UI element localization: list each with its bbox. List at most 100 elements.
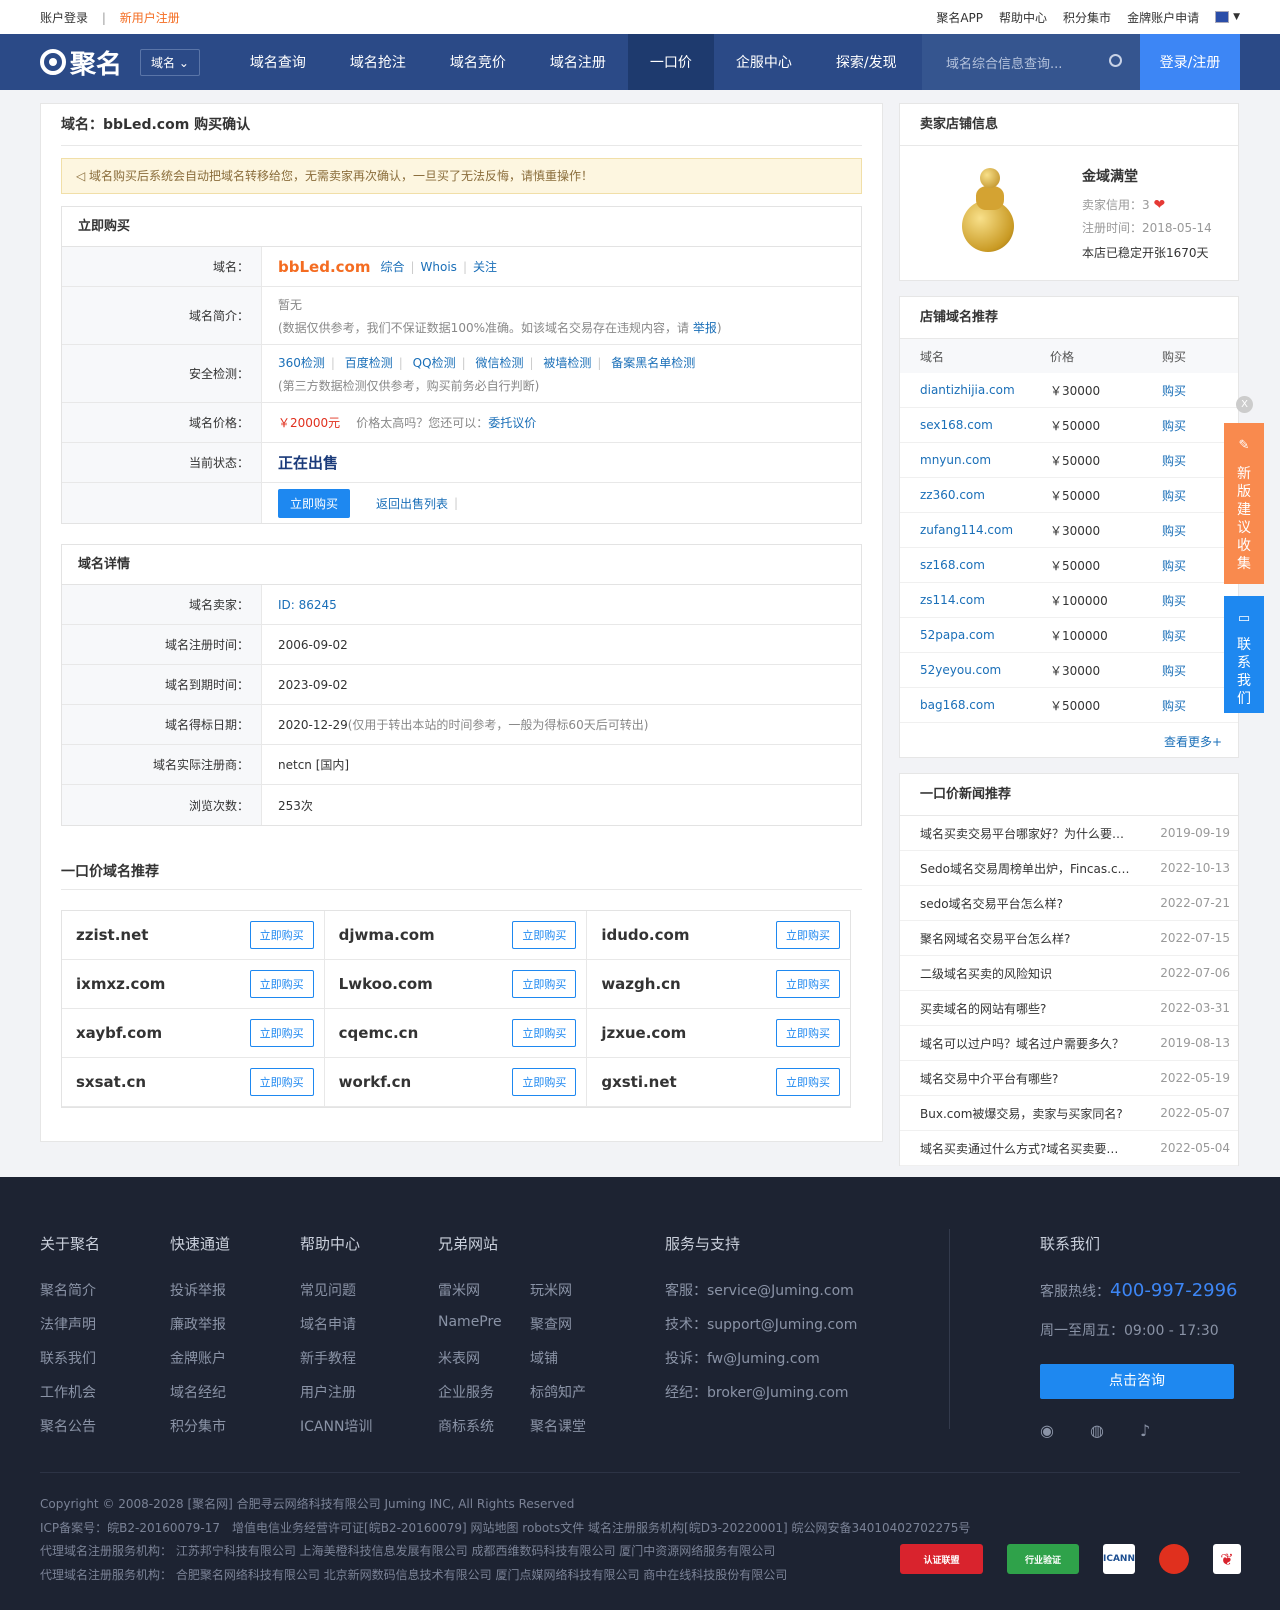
news-title[interactable]: Bux.com被爆交易，卖家与买家同名? bbox=[920, 1105, 1130, 1122]
news-title[interactable]: 域名买卖通过什么方式?域名买卖要注意什么 bbox=[920, 1140, 1130, 1157]
recommend-domain[interactable]: Lwkoo.com bbox=[339, 975, 433, 993]
sister-site-link[interactable]: 雷米网 bbox=[438, 1280, 530, 1299]
back-to-list-link[interactable]: 返回出售列表 bbox=[376, 495, 448, 512]
check-baidu-link[interactable]: 百度检测 bbox=[345, 356, 393, 370]
recommend-buy-button[interactable]: 立即购买 bbox=[512, 1068, 577, 1096]
recommend-buy-button[interactable]: 立即购买 bbox=[775, 921, 840, 949]
wechat-icon[interactable]: ◍ bbox=[1090, 1421, 1110, 1440]
recommend-domain[interactable]: ixmxz.com bbox=[76, 975, 165, 993]
douyin-icon[interactable]: ♪ bbox=[1140, 1421, 1160, 1440]
footer-link[interactable]: ICANN培训 bbox=[300, 1416, 372, 1435]
news-item[interactable]: 域名可以过户吗？域名过户需要多久？ 2019-08-13 bbox=[900, 1026, 1238, 1061]
sister-site-link[interactable]: 玩米网 bbox=[530, 1280, 622, 1299]
sister-site-link[interactable]: 标鸽知产 bbox=[530, 1382, 622, 1401]
footer-link[interactable]: 联系我们 bbox=[40, 1348, 100, 1367]
news-title[interactable]: Sedo域名交易周榜单出炉，Fincas.com位居榜首 bbox=[920, 860, 1130, 877]
nav-domain-register[interactable]: 域名注册 bbox=[528, 34, 628, 90]
shoprec-buy-link[interactable]: 购买 bbox=[1162, 452, 1222, 469]
recommend-domain[interactable]: gxsti.net bbox=[601, 1073, 676, 1091]
recommend-buy-button[interactable]: 立即购买 bbox=[775, 970, 840, 998]
footer-link[interactable]: 常见问题 bbox=[300, 1280, 372, 1299]
recommend-domain[interactable]: workf.cn bbox=[339, 1073, 412, 1091]
points-link[interactable]: 积分集市 bbox=[1063, 9, 1111, 26]
nav-domain-query[interactable]: 域名查询 bbox=[228, 34, 328, 90]
weibo-icon[interactable]: ◉ bbox=[1040, 1421, 1060, 1440]
news-title[interactable]: sedo域名交易平台怎么样? bbox=[920, 895, 1130, 912]
check-wall-link[interactable]: 被墙检测 bbox=[543, 356, 591, 370]
logo[interactable]: 聚名 bbox=[40, 44, 136, 81]
shoprec-buy-link[interactable]: 购买 bbox=[1162, 487, 1222, 504]
footer-link[interactable]: 积分集市 bbox=[170, 1416, 230, 1435]
news-title[interactable]: 二级域名买卖的风险知识 bbox=[920, 965, 1130, 982]
sister-site-link[interactable]: 域铺 bbox=[530, 1348, 622, 1367]
shoprec-buy-link[interactable]: 购买 bbox=[1162, 697, 1222, 714]
news-item[interactable]: 聚名网域名交易平台怎么样? 2022-07-15 bbox=[900, 921, 1238, 956]
footer-link[interactable]: 经纪：broker@Juming.com bbox=[665, 1382, 857, 1401]
shoprec-buy-link[interactable]: 购买 bbox=[1162, 592, 1222, 609]
recommend-buy-button[interactable]: 立即购买 bbox=[775, 1068, 840, 1096]
recommend-domain[interactable]: djwma.com bbox=[339, 926, 435, 944]
news-title[interactable]: 买卖域名的网站有哪些? bbox=[920, 1000, 1130, 1017]
search-icon[interactable] bbox=[1109, 54, 1122, 67]
language-flag-icon[interactable] bbox=[1215, 11, 1230, 23]
recommend-buy-button[interactable]: 立即购买 bbox=[512, 1019, 577, 1047]
news-item[interactable]: Bux.com被爆交易，卖家与买家同名? 2022-05-07 bbox=[900, 1096, 1238, 1131]
follow-link[interactable]: 关注 bbox=[473, 258, 497, 275]
news-item[interactable]: 二级域名买卖的风险知识 2022-07-06 bbox=[900, 956, 1238, 991]
news-item[interactable]: 域名买卖交易平台哪家好？为什么要选择聚名网 2019-09-19 bbox=[900, 816, 1238, 851]
footer-link[interactable]: 客服：service@Juming.com bbox=[665, 1280, 857, 1299]
shoprec-buy-link[interactable]: 购买 bbox=[1162, 522, 1222, 539]
shoprec-domain[interactable]: bag168.com bbox=[920, 698, 1050, 712]
shoprec-buy-link[interactable]: 购买 bbox=[1162, 662, 1222, 679]
footer-link[interactable]: 法律声明 bbox=[40, 1314, 100, 1333]
nav-enterprise[interactable]: 企服中心 bbox=[714, 34, 814, 90]
news-item[interactable]: 买卖域名的网站有哪些? 2022-03-31 bbox=[900, 991, 1238, 1026]
news-item[interactable]: 域名交易中介平台有哪些? 2022-05-19 bbox=[900, 1061, 1238, 1096]
recommend-buy-button[interactable]: 立即购买 bbox=[512, 921, 577, 949]
recommend-domain[interactable]: jzxue.com bbox=[601, 1024, 686, 1042]
sister-site-link[interactable]: 商标系统 bbox=[438, 1416, 530, 1435]
recommend-buy-button[interactable]: 立即购买 bbox=[775, 1019, 840, 1047]
nav-domain-auction[interactable]: 域名竞价 bbox=[428, 34, 528, 90]
news-title[interactable]: 域名可以过户吗？域名过户需要多久？ bbox=[920, 1035, 1130, 1052]
overview-link[interactable]: 综合 bbox=[380, 258, 404, 275]
shoprec-buy-link[interactable]: 购买 bbox=[1162, 382, 1222, 399]
flame-badge-icon[interactable]: ❦ bbox=[1213, 1544, 1241, 1574]
search-input[interactable]: 域名综合信息查询... bbox=[922, 34, 1140, 90]
shoprec-domain[interactable]: zufang114.com bbox=[920, 523, 1050, 537]
footer-link[interactable]: 聚名简介 bbox=[40, 1280, 100, 1299]
shoprec-domain[interactable]: zz360.com bbox=[920, 488, 1050, 502]
footer-link[interactable]: 新手教程 bbox=[300, 1348, 372, 1367]
footer-link[interactable]: 用户注册 bbox=[300, 1382, 372, 1401]
recommend-buy-button[interactable]: 立即购买 bbox=[249, 1019, 314, 1047]
recommend-buy-button[interactable]: 立即购买 bbox=[249, 921, 314, 949]
nav-explore[interactable]: 探索/发现 bbox=[814, 34, 919, 90]
recommend-buy-button[interactable]: 立即购买 bbox=[249, 970, 314, 998]
auth-union-badge[interactable]: 认证联盟 bbox=[900, 1544, 983, 1574]
recommend-domain[interactable]: cqemc.cn bbox=[339, 1024, 419, 1042]
news-item[interactable]: Sedo域名交易周榜单出炉，Fincas.com位居榜首 2022-10-13 bbox=[900, 851, 1238, 886]
news-title[interactable]: 域名交易中介平台有哪些? bbox=[920, 1070, 1130, 1087]
footer-link[interactable]: 金牌账户 bbox=[170, 1348, 230, 1367]
footer-link[interactable]: 聚名公告 bbox=[40, 1416, 100, 1435]
consult-button[interactable]: 点击咨询 bbox=[1040, 1364, 1234, 1399]
footer-link[interactable]: 工作机会 bbox=[40, 1382, 100, 1401]
shoprec-domain[interactable]: sz168.com bbox=[920, 558, 1050, 572]
bargain-link[interactable]: 委托议价 bbox=[488, 414, 536, 431]
shoprec-domain[interactable]: mnyun.com bbox=[920, 453, 1050, 467]
contact-float-button[interactable]: ▭ 联系我们 bbox=[1224, 596, 1264, 713]
sister-site-link[interactable]: 企业服务 bbox=[438, 1382, 530, 1401]
footer-link[interactable]: 技术：support@Juming.com bbox=[665, 1314, 857, 1333]
news-title[interactable]: 域名买卖交易平台哪家好？为什么要选择聚名网 bbox=[920, 825, 1130, 842]
footer-link[interactable]: 廉政举报 bbox=[170, 1314, 230, 1333]
app-link[interactable]: 聚名APP bbox=[936, 9, 983, 26]
register-link[interactable]: 新用户注册 bbox=[120, 11, 180, 25]
sister-site-link[interactable]: NamePre bbox=[438, 1314, 530, 1332]
recommend-buy-button[interactable]: 立即购买 bbox=[512, 970, 577, 998]
check-360-link[interactable]: 360检测 bbox=[278, 356, 325, 370]
shoprec-buy-link[interactable]: 购买 bbox=[1162, 417, 1222, 434]
police-badge-icon[interactable] bbox=[1159, 1544, 1189, 1574]
close-icon[interactable]: X bbox=[1236, 396, 1253, 413]
gold-account-link[interactable]: 金牌账户申请 bbox=[1127, 9, 1199, 26]
check-blacklist-link[interactable]: 备案黑名单检测 bbox=[611, 356, 695, 370]
